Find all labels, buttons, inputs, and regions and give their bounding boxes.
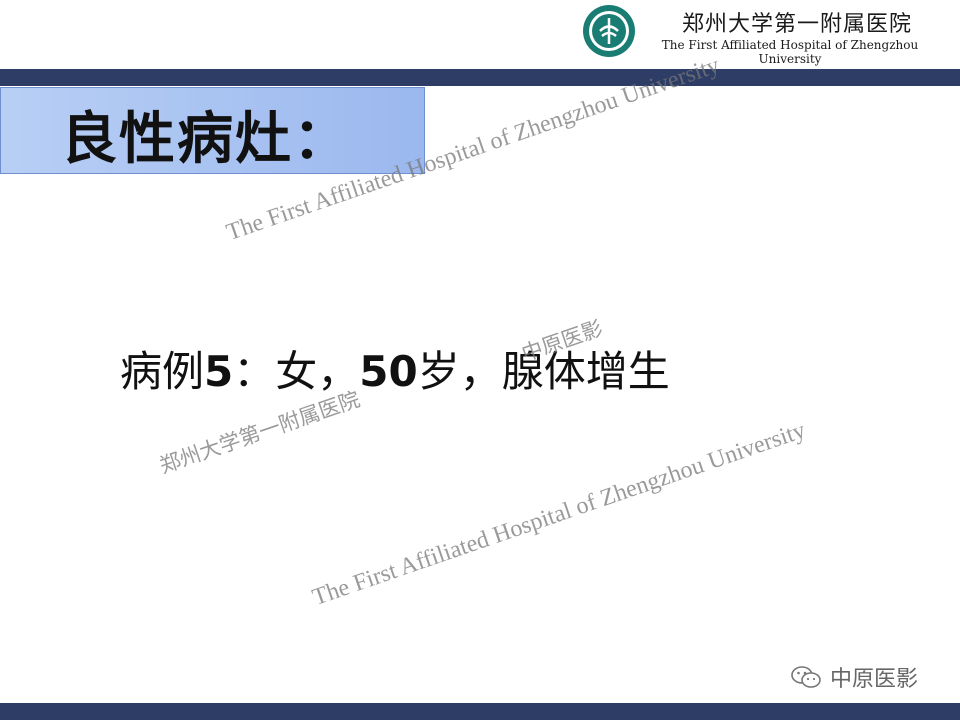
case-number: 5 xyxy=(204,347,234,396)
slide-title: 良性病灶： xyxy=(61,107,351,172)
wechat-label: 中原医影 xyxy=(830,667,919,692)
title-box: 良性病灶： xyxy=(0,87,425,174)
case-description: 病例5：女，50岁，腺体增生 xyxy=(120,338,840,399)
watermark-en-2: The First Affiliated Hospital of Zhengzh… xyxy=(309,417,809,612)
case-prefix: 病例 xyxy=(120,347,205,396)
wechat-account: 中原医影 xyxy=(790,662,918,692)
top-divider-bar xyxy=(0,69,960,86)
header: 郑州大学第一附属医院 The First Affiliated Hospital… xyxy=(0,0,960,70)
hospital-name-cn: 郑州大学第一附属医院 xyxy=(681,12,912,37)
bottom-divider-bar xyxy=(0,703,960,720)
case-age: 50 xyxy=(359,347,418,396)
hospital-logo-icon xyxy=(583,5,635,57)
wechat-icon xyxy=(791,666,821,688)
